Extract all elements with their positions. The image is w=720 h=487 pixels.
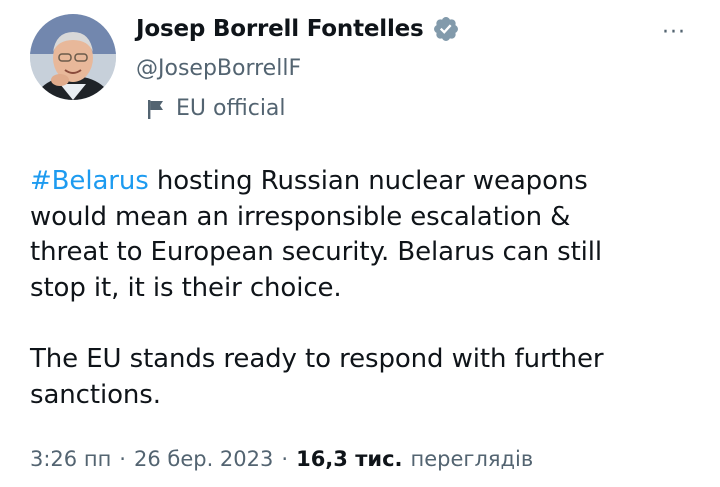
affiliation-label: EU official <box>146 96 286 121</box>
flag-icon <box>146 98 166 120</box>
tweet-card: Josep Borrell Fontelles @JosepBorrellF E… <box>0 0 720 487</box>
meta-separator: · <box>281 447 289 471</box>
tweet-meta: 3:26 пп · 26 бер. 2023 · 16,3 тис. перег… <box>30 447 533 471</box>
tweet-text: #Belarus hosting Russian nuclear weapons… <box>30 164 700 413</box>
affiliation-text: EU official <box>176 96 286 121</box>
author-handle[interactable]: @JosepBorrellF <box>136 56 301 81</box>
avatar-photo <box>30 14 116 100</box>
tweet-paragraph-1: #Belarus hosting Russian nuclear weapons… <box>30 164 700 306</box>
views-count[interactable]: 16,3 тис. <box>296 447 402 471</box>
more-options-button[interactable]: ··· <box>654 20 694 45</box>
hashtag-link[interactable]: #Belarus <box>30 166 149 196</box>
avatar[interactable] <box>30 14 116 100</box>
tweet-paragraph-2: The EU stands ready to respond with furt… <box>30 344 604 410</box>
meta-separator: · <box>119 447 126 471</box>
display-name[interactable]: Josep Borrell Fontelles <box>136 16 424 42</box>
views-label: переглядів <box>410 447 534 471</box>
tweet-date[interactable]: 26 бер. 2023 <box>134 447 273 471</box>
tweet-time[interactable]: 3:26 пп <box>30 447 111 471</box>
verified-badge-icon <box>432 15 460 43</box>
author-name-row: Josep Borrell Fontelles <box>136 15 460 43</box>
